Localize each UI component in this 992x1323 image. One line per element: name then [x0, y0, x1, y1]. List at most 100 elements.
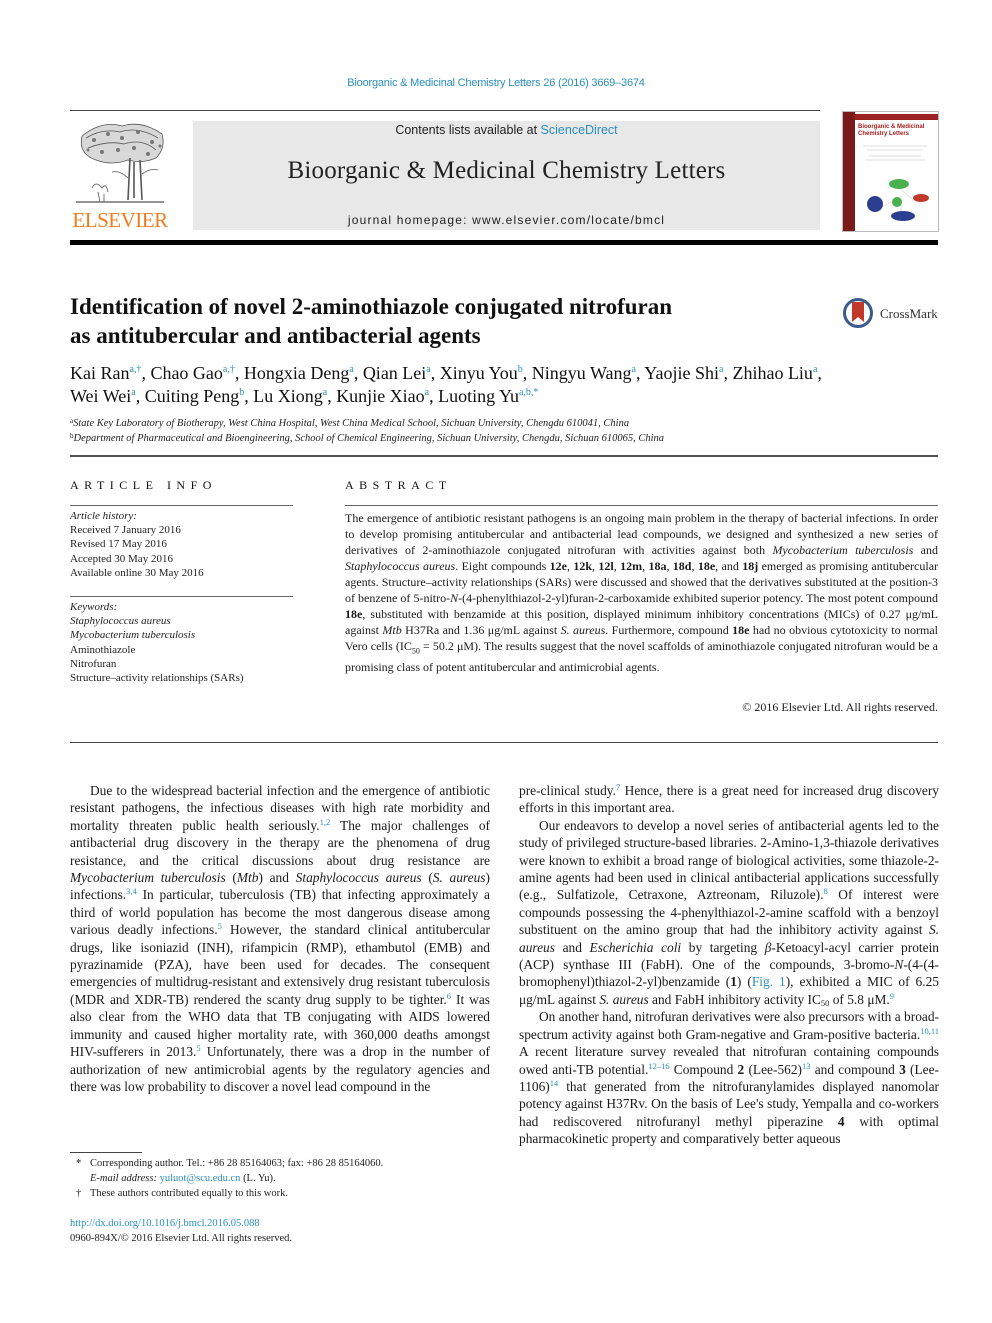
abstract-rule — [345, 505, 938, 506]
author-name[interactable]: Chao Gao — [150, 363, 222, 383]
text-run: Compound — [669, 1061, 738, 1077]
text-run: H37Ra and 1.36 μg/mL against — [401, 623, 561, 637]
reference-link[interactable]: 9 — [890, 991, 894, 1001]
history-item: Revised 17 May 2016 — [70, 538, 167, 551]
body-paragraph: Due to the widespread bacterial infectio… — [70, 782, 490, 1095]
journal-cover-thumbnail[interactable]: Bioorganic & Medicinal Chemistry Letters — [842, 111, 939, 232]
doi-link[interactable]: http://dx.doi.org/10.1016/j.bmcl.2016.05… — [70, 1216, 292, 1231]
author-name[interactable]: Kunjie Xiao — [336, 386, 424, 406]
author-separator: , — [817, 363, 822, 383]
body-column-right: pre-clinical study.7 Hence, there is a g… — [519, 782, 939, 1148]
text-run: pre-clinical study. — [519, 783, 616, 798]
author-name[interactable]: Zhihao Liu — [732, 363, 812, 383]
author-affiliation-mark[interactable]: a,† — [223, 364, 235, 375]
author-name[interactable]: Lu Xiong — [253, 386, 323, 406]
affiliation-rule — [70, 455, 938, 457]
reference-link[interactable]: 14 — [550, 1078, 559, 1088]
reference-link[interactable]: 1,2 — [320, 817, 331, 827]
footnote-rule — [70, 1152, 142, 1153]
title-line-1: Identification of novel 2-aminothiazole … — [70, 294, 673, 319]
text-run: Mtb — [382, 623, 402, 637]
text-run: Mtb — [236, 870, 259, 886]
figure-link[interactable]: Fig. 1 — [752, 974, 786, 989]
text-run: ) ( — [736, 974, 752, 990]
author-affiliation-mark[interactable]: a,b,* — [519, 387, 538, 398]
reference-link[interactable]: 12–16 — [648, 1061, 669, 1071]
sciencedirect-link[interactable]: ScienceDirect — [541, 123, 618, 137]
author-separator: , — [430, 363, 440, 383]
text-run: and — [554, 939, 590, 955]
cover-band — [855, 114, 938, 120]
footnote-text: These authors contributed equally to thi… — [90, 1188, 288, 1199]
text-run: 12e — [549, 559, 567, 573]
article-history: Article history: Received 7 January 2016… — [70, 509, 300, 580]
footnote-mark: † — [76, 1188, 82, 1199]
author-name[interactable]: Hongxia Deng — [244, 363, 349, 383]
affiliation-text: Department of Pharmaceutical and Bioengi… — [73, 433, 665, 444]
author-name[interactable]: Ningyu Wang — [532, 363, 632, 383]
author-name[interactable]: Cuiting Peng — [145, 386, 240, 406]
text-run: 12k — [573, 559, 593, 573]
author-name[interactable]: Yaojie Shi — [644, 363, 719, 383]
affiliation-text: State Key Laboratory of Biotherapy, West… — [73, 418, 630, 429]
email-link[interactable]: yuluot@scu.edu.cn — [160, 1173, 241, 1184]
body-column-left: Due to the widespread bacterial infectio… — [70, 782, 490, 1095]
contents-line: Contents lists available at ScienceDirec… — [193, 123, 820, 137]
text-run: ( — [421, 870, 433, 886]
author-name[interactable]: Luoting Yu — [438, 386, 519, 406]
reference-link[interactable]: 10,11 — [920, 1026, 939, 1036]
homepage-link[interactable]: www.elsevier.com/locate/bmcl — [472, 213, 665, 227]
top-rule — [70, 110, 820, 111]
reference-link[interactable]: 3,4 — [126, 886, 137, 896]
abstract-heading: ABSTRACT — [345, 478, 452, 492]
author-name[interactable]: Wei Wei — [70, 386, 131, 406]
keywords: Keywords: Staphylococcus aureus Mycobact… — [70, 600, 300, 685]
text-run: 12l — [598, 559, 614, 573]
author-separator: , — [135, 386, 145, 406]
author-name[interactable]: Qian Lei — [363, 363, 426, 383]
text-run: Escherichia coli — [589, 939, 682, 955]
text-run: S. aureus — [432, 870, 486, 886]
author-separator: , — [353, 363, 363, 383]
author-affiliation-mark[interactable]: a,† — [129, 364, 141, 375]
email-suffix: (L. Yu). — [240, 1173, 276, 1184]
text-run: 18a — [648, 559, 667, 573]
text-run: S. aureus — [560, 623, 606, 637]
author-separator: , — [327, 386, 337, 406]
affiliations: aState Key Laboratory of Biotherapy, Wes… — [70, 416, 940, 446]
keywords-label: Keywords: — [70, 601, 118, 613]
text-run: Staphylococcus aureus — [345, 559, 456, 573]
text-run: and compound — [810, 1061, 900, 1077]
cover-graphic-icon — [863, 145, 929, 221]
article-info-rule — [70, 505, 293, 506]
text-run: N — [450, 591, 459, 605]
text-run: S. aureus — [599, 991, 649, 1007]
elsevier-wordmark: ELSEVIER — [72, 208, 168, 232]
abstract-text: The emergence of antibiotic resistant pa… — [345, 510, 938, 675]
text-run: 3 — [899, 1061, 906, 1077]
email-label: E-mail address: — [90, 1173, 160, 1184]
cover-title: Bioorganic & Medicinal Chemistry Letters — [858, 124, 924, 138]
crossmark-badge[interactable]: CrossMark — [843, 298, 943, 332]
reference-link[interactable]: 13 — [802, 1061, 811, 1071]
text-run: , and — [715, 559, 743, 573]
author-name[interactable]: Xinyu You — [440, 363, 518, 383]
journal-name: Bioorganic & Medicinal Chemistry Letters — [287, 157, 726, 184]
text-run: 50 — [411, 646, 420, 656]
cover-spine — [843, 112, 855, 231]
elsevier-logo[interactable]: ELSEVIER — [70, 118, 170, 233]
body-paragraph: pre-clinical study.7 Hence, there is a g… — [519, 782, 939, 817]
author-separator: , — [522, 363, 532, 383]
history-item: Accepted 30 May 2016 — [70, 552, 173, 565]
text-run: = 50.2 μM). The results suggest that the… — [345, 639, 938, 675]
author-name[interactable]: Kai Ran — [70, 363, 129, 383]
running-head[interactable]: Bioorganic & Medicinal Chemistry Letters… — [0, 77, 992, 89]
keyword: Aminothiazole — [70, 643, 136, 656]
text-run: Staphylococcus aureus — [295, 870, 422, 886]
affiliation-b: bDepartment of Pharmaceutical and Bioeng… — [70, 431, 940, 446]
text-run: . Eight compounds — [455, 559, 550, 573]
text-run: 4 — [837, 1113, 845, 1129]
journal-banner: Contents lists available at ScienceDirec… — [193, 121, 820, 230]
journal-homepage: journal homepage: www.elsevier.com/locat… — [193, 213, 820, 227]
doi-block: http://dx.doi.org/10.1016/j.bmcl.2016.05… — [70, 1216, 292, 1246]
